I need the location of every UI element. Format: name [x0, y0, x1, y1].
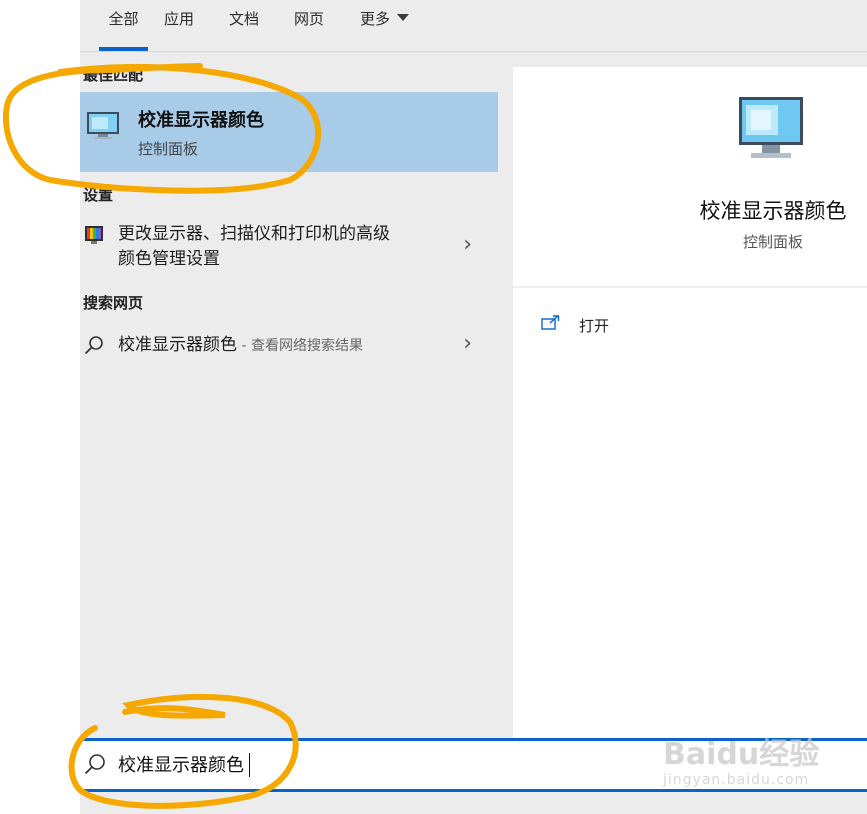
divider [513, 286, 867, 288]
chevron-down-icon [397, 14, 410, 21]
watermark: Baidu经验 jingyan.baidu.com [663, 737, 820, 789]
color-management-icon [85, 226, 103, 244]
search-icon [84, 336, 103, 355]
monitor-icon [739, 97, 803, 158]
preview-title: 校准显示器颜色 [699, 199, 847, 223]
preview-subtitle: 控制面板 [742, 233, 803, 251]
settings-item-line2: 颜色管理设置 [118, 249, 220, 269]
filter-tabs: 全部 应用 文档 网页 更多 [80, 0, 867, 52]
tab-all[interactable]: 全部 [99, 0, 148, 51]
preview-pane: 校准显示器颜色 控制面板 打开 [513, 67, 867, 738]
watermark-url: jingyan.baidu.com [663, 772, 810, 788]
text-cursor [249, 753, 250, 777]
tab-more[interactable]: 更多 [360, 0, 410, 51]
chevron-right-icon: › [463, 232, 472, 257]
open-label: 打开 [579, 317, 610, 335]
tab-documents[interactable]: 文档 [229, 0, 259, 51]
web-query: 校准显示器颜色 [118, 335, 237, 355]
best-match-title: 校准显示器颜色 [138, 110, 264, 131]
best-match-heading: 最佳匹配 [83, 66, 144, 84]
search-icon [84, 754, 105, 775]
best-match-subtitle: 控制面板 [138, 140, 199, 158]
web-search-heading: 搜索网页 [83, 294, 144, 312]
tab-apps[interactable]: 应用 [164, 0, 194, 51]
best-match-item[interactable]: 校准显示器颜色 控制面板 [80, 92, 498, 172]
web-search-item[interactable]: 校准显示器颜色 - 查看网络搜索结果 › [80, 331, 498, 360]
settings-result-item[interactable]: 更改显示器、扫描仪和打印机的高级 颜色管理设置 › [80, 220, 498, 276]
results-list: 最佳匹配 校准显示器颜色 控制面板 设置 更改显示器、扫描仪和打印机的高级 颜色… [80, 52, 498, 738]
open-icon [541, 315, 560, 330]
watermark-brand: Baidu经验 [663, 737, 820, 772]
tab-web[interactable]: 网页 [294, 0, 324, 51]
settings-heading: 设置 [83, 186, 114, 204]
chevron-right-icon: › [463, 331, 472, 356]
monitor-icon [87, 112, 119, 139]
search-input[interactable] [118, 749, 718, 779]
settings-item-line1: 更改显示器、扫描仪和打印机的高级 [118, 224, 390, 244]
web-hint: - 查看网络搜索结果 [237, 338, 363, 354]
